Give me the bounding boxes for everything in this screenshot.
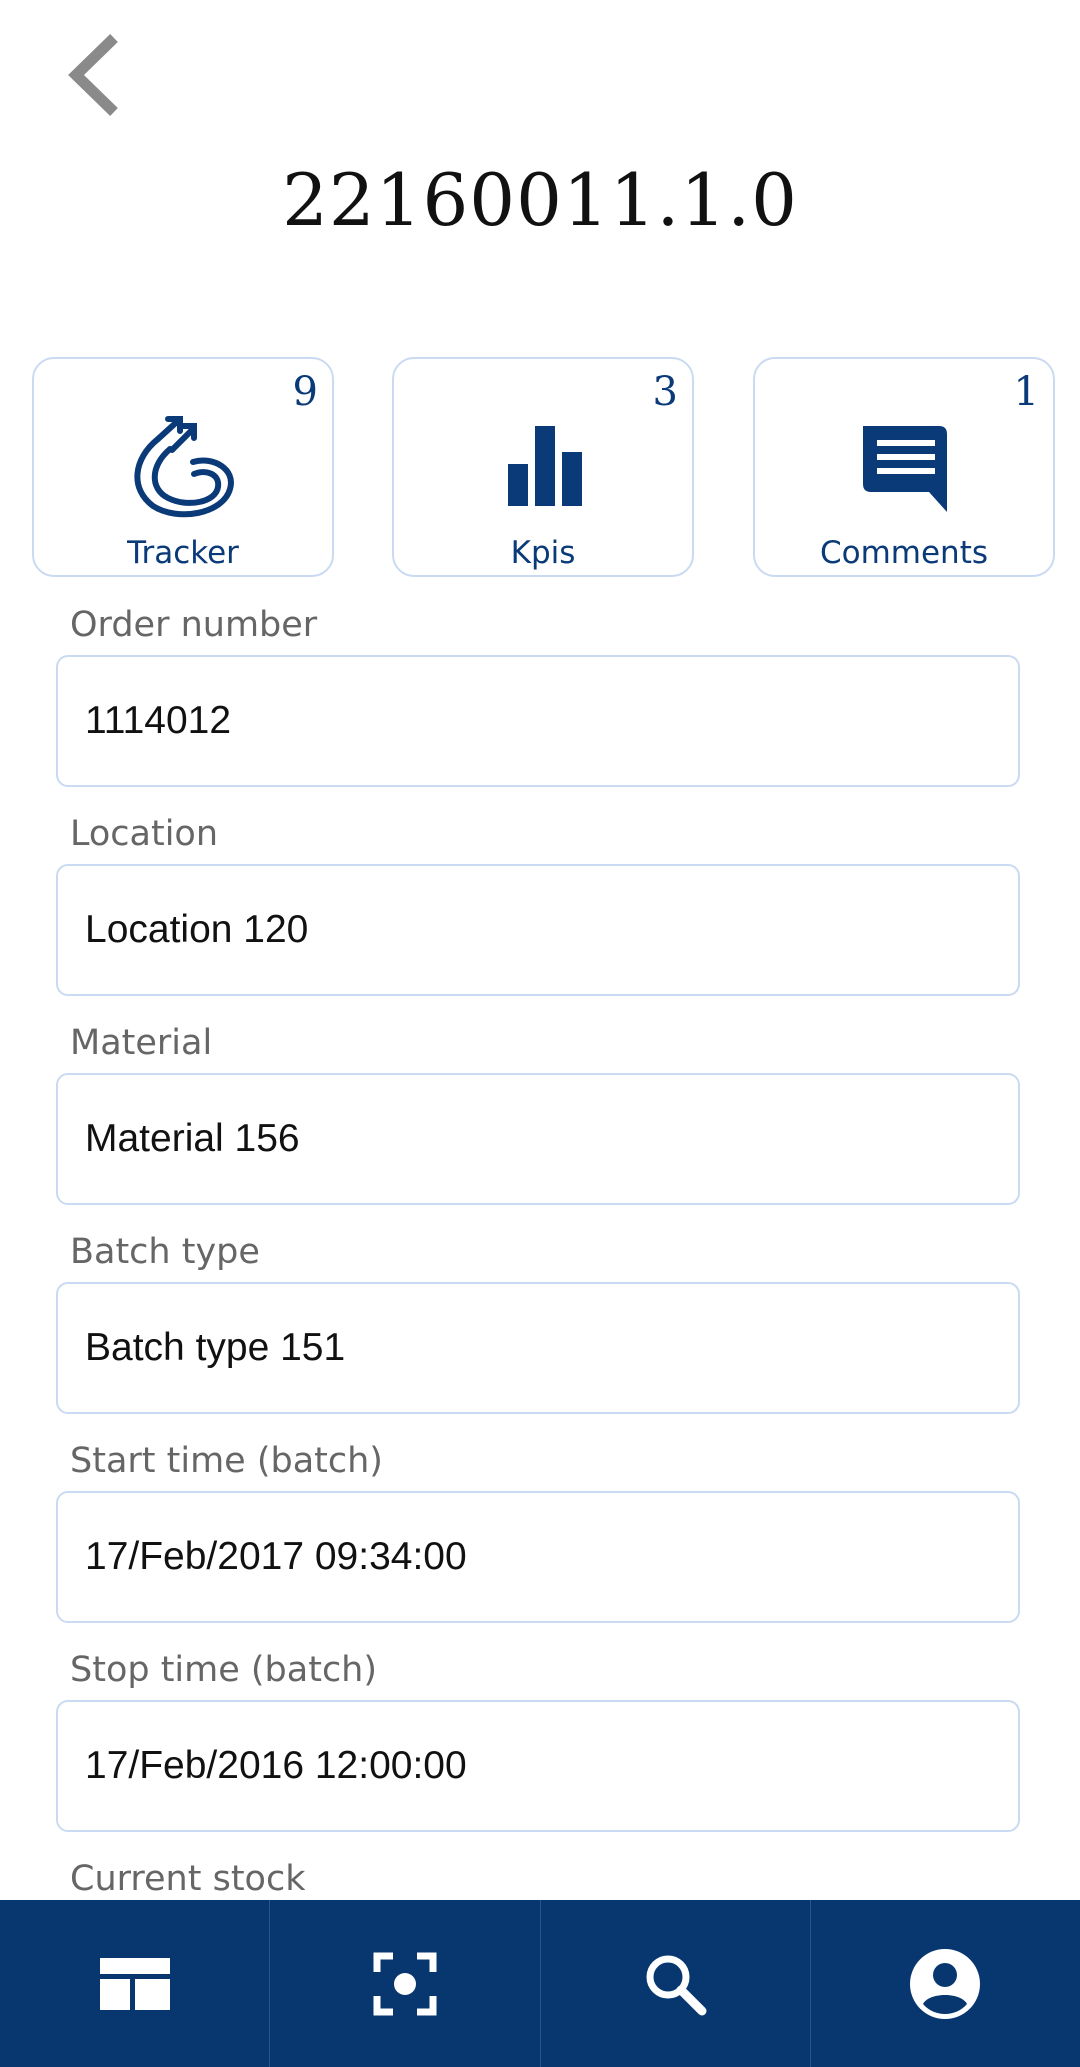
material-field[interactable]: Material 156	[56, 1073, 1020, 1205]
start-time-label: Start time (batch)	[70, 1441, 383, 1481]
stop-time-label: Stop time (batch)	[70, 1650, 378, 1690]
tracker-icon	[134, 416, 234, 518]
start-time-field[interactable]: 17/Feb/2017 09:34:00	[56, 1491, 1020, 1623]
nav-search-button[interactable]	[541, 1900, 811, 2067]
back-button[interactable]	[58, 30, 134, 120]
nav-dashboard-button[interactable]	[0, 1900, 271, 2067]
current-stock-label: Current stock	[70, 1859, 306, 1899]
account-icon	[910, 1948, 981, 2019]
nav-account-button[interactable]	[811, 1900, 1080, 2067]
scan-icon	[373, 1952, 437, 2015]
kpis-count-badge: 3	[652, 369, 678, 415]
bar-chart-icon	[508, 426, 582, 506]
comment-icon	[863, 426, 947, 512]
tracker-label: Tracker	[127, 535, 239, 571]
location-label: Location	[70, 814, 219, 854]
bottom-navigation	[0, 1900, 1080, 2067]
comments-count-badge: 1	[1013, 369, 1039, 415]
page-title: 22160011.1.0	[282, 158, 798, 242]
batch-type-field[interactable]: Batch type 151	[56, 1282, 1020, 1414]
search-icon	[646, 1955, 707, 2015]
location-field[interactable]: Location 120	[56, 864, 1020, 996]
material-label: Material	[70, 1023, 213, 1063]
stop-time-field[interactable]: 17/Feb/2016 12:00:00	[56, 1700, 1020, 1832]
comments-tile[interactable]: 1 Comments	[753, 357, 1055, 577]
tracker-count-badge: 9	[292, 369, 318, 415]
batch-type-label: Batch type	[70, 1232, 260, 1272]
kpis-tile[interactable]: 3 Kpis	[392, 357, 694, 577]
tracker-tile[interactable]: 9 Tracker	[32, 357, 334, 577]
order-number-label: Order number	[70, 605, 318, 645]
kpis-label: Kpis	[510, 535, 576, 571]
dashboard-icon	[99, 1957, 170, 2010]
order-number-field[interactable]: 1114012	[56, 655, 1020, 787]
nav-scan-button[interactable]	[270, 1900, 541, 2067]
chevron-left-icon	[68, 34, 118, 116]
comments-label: Comments	[819, 535, 989, 571]
